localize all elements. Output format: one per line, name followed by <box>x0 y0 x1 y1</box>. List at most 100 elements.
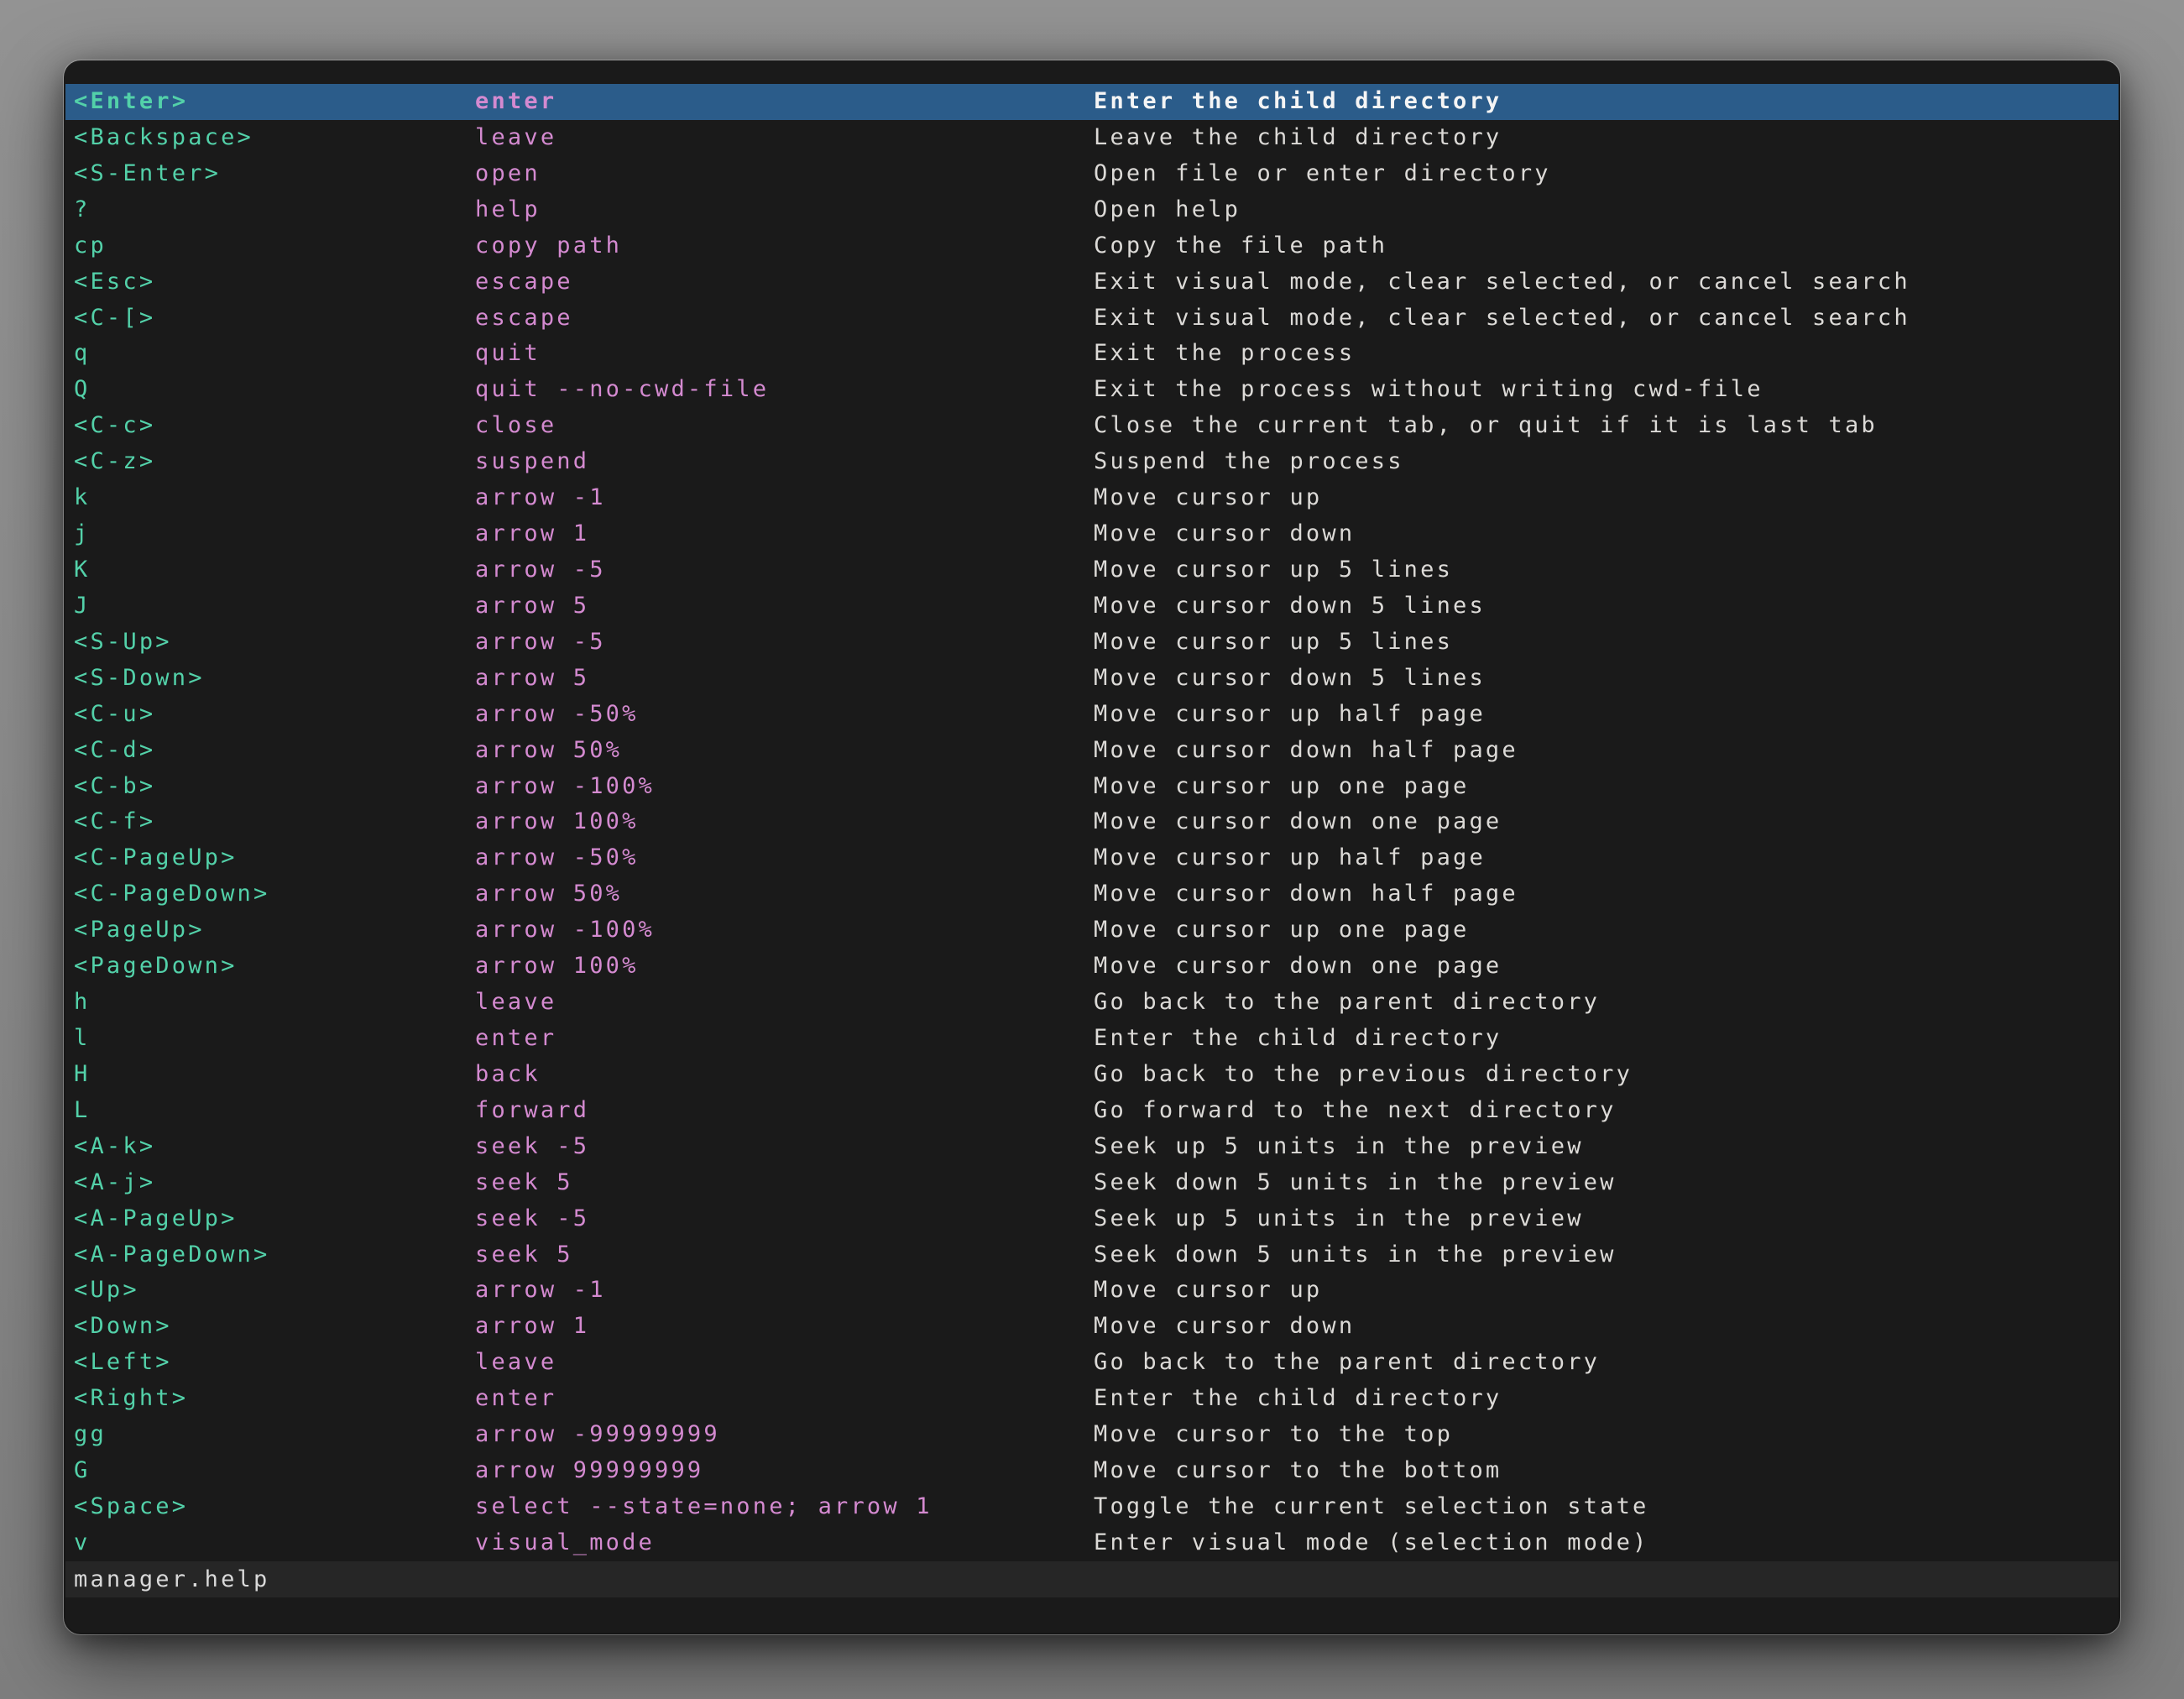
key-cell: j <box>74 516 475 552</box>
keybind-row[interactable]: <S-Down>arrow 5Move cursor down 5 lines <box>65 661 2119 697</box>
keybind-row[interactable]: <S-Enter>openOpen file or enter director… <box>65 156 2119 192</box>
key-cell: Q <box>74 372 475 408</box>
keybind-row[interactable]: <S-Up>arrow -5Move cursor up 5 lines <box>65 625 2119 661</box>
key-cell: <C-d> <box>74 733 475 769</box>
key-cell: <C-b> <box>74 769 475 805</box>
command-cell: arrow 100% <box>475 804 1094 840</box>
key-cell: <Left> <box>74 1345 475 1381</box>
keybind-row[interactable]: <C-PageDown>arrow 50%Move cursor down ha… <box>65 876 2119 912</box>
keybind-row[interactable]: vvisual_modeEnter visual mode (selection… <box>65 1525 2119 1561</box>
command-cell: arrow 1 <box>475 516 1094 552</box>
keybind-row[interactable]: <Right>enterEnter the child directory <box>65 1381 2119 1417</box>
key-cell: cp <box>74 228 475 264</box>
command-cell: copy path <box>475 228 1094 264</box>
status-layer-label: manager.help <box>74 1566 269 1592</box>
keybind-row[interactable]: <Left>leaveGo back to the parent directo… <box>65 1345 2119 1381</box>
description-cell: Enter visual mode (selection mode) <box>1094 1525 2119 1561</box>
key-cell: <A-j> <box>74 1165 475 1201</box>
keybind-row[interactable]: <PageUp>arrow -100%Move cursor up one pa… <box>65 912 2119 949</box>
status-bar: manager.help <box>65 1561 2119 1597</box>
keybind-row-selected[interactable]: <Enter>enterEnter the child directory <box>65 84 2119 120</box>
description-cell: Move cursor up one page <box>1094 769 2119 805</box>
keybind-row[interactable]: lenterEnter the child directory <box>65 1021 2119 1057</box>
description-cell: Open help <box>1094 192 2119 228</box>
keybind-row[interactable]: Garrow 99999999Move cursor to the bottom <box>65 1453 2119 1489</box>
command-cell: arrow -1 <box>475 1273 1094 1309</box>
keybind-row[interactable]: <Down>arrow 1Move cursor down <box>65 1309 2119 1345</box>
description-cell: Exit the process without writing cwd-fil… <box>1094 372 2119 408</box>
keybind-row[interactable]: <Esc>escapeExit visual mode, clear selec… <box>65 264 2119 301</box>
command-cell: arrow -100% <box>475 912 1094 949</box>
key-cell: <S-Down> <box>74 661 475 697</box>
description-cell: Enter the child directory <box>1094 84 2119 120</box>
command-cell: arrow -1 <box>475 480 1094 516</box>
description-cell: Enter the child directory <box>1094 1381 2119 1417</box>
keybind-row[interactable]: <Up>arrow -1Move cursor up <box>65 1273 2119 1309</box>
command-cell: leave <box>475 985 1094 1021</box>
description-cell: Move cursor to the bottom <box>1094 1453 2119 1489</box>
keybind-row[interactable]: <C-z>suspendSuspend the process <box>65 444 2119 480</box>
keybind-row[interactable]: cpcopy pathCopy the file path <box>65 228 2119 264</box>
keybind-row[interactable]: karrow -1Move cursor up <box>65 480 2119 516</box>
keybind-row[interactable]: ?helpOpen help <box>65 192 2119 228</box>
command-cell: open <box>475 156 1094 192</box>
command-cell: enter <box>475 1381 1094 1417</box>
keybind-row[interactable]: qquitExit the process <box>65 336 2119 372</box>
key-cell: v <box>74 1525 475 1561</box>
description-cell: Move cursor down one page <box>1094 804 2119 840</box>
description-cell: Leave the child directory <box>1094 120 2119 156</box>
keybind-row[interactable]: <C-u>arrow -50%Move cursor up half page <box>65 697 2119 733</box>
description-cell: Move cursor up <box>1094 1273 2119 1309</box>
description-cell: Open file or enter directory <box>1094 156 2119 192</box>
keybind-row[interactable]: ggarrow -99999999Move cursor to the top <box>65 1417 2119 1453</box>
command-cell: arrow -99999999 <box>475 1417 1094 1453</box>
key-cell: gg <box>74 1417 475 1453</box>
keybind-row[interactable]: <C-PageUp>arrow -50%Move cursor up half … <box>65 840 2119 876</box>
keybind-row[interactable]: LforwardGo forward to the next directory <box>65 1093 2119 1129</box>
key-cell: <Up> <box>74 1273 475 1309</box>
keybind-row[interactable]: <C-c>closeClose the current tab, or quit… <box>65 408 2119 444</box>
key-cell: G <box>74 1453 475 1489</box>
key-cell: K <box>74 552 475 588</box>
keybind-row[interactable]: <Backspace>leaveLeave the child director… <box>65 120 2119 156</box>
description-cell: Move cursor down <box>1094 1309 2119 1345</box>
command-cell: enter <box>475 1021 1094 1057</box>
keybind-row[interactable]: <A-k>seek -5Seek up 5 units in the previ… <box>65 1129 2119 1165</box>
keybind-row[interactable]: <C-d>arrow 50%Move cursor down half page <box>65 733 2119 769</box>
keybind-row[interactable]: <C-[>escapeExit visual mode, clear selec… <box>65 301 2119 337</box>
description-cell: Go back to the parent directory <box>1094 1345 2119 1381</box>
description-cell: Exit visual mode, clear selected, or can… <box>1094 264 2119 301</box>
keybind-row[interactable]: Jarrow 5Move cursor down 5 lines <box>65 588 2119 625</box>
description-cell: Move cursor down half page <box>1094 733 2119 769</box>
keybind-row[interactable]: hleaveGo back to the parent directory <box>65 985 2119 1021</box>
keybind-row[interactable]: Qquit --no-cwd-fileExit the process with… <box>65 372 2119 408</box>
description-cell: Move cursor up one page <box>1094 912 2119 949</box>
keybind-row[interactable]: <A-PageDown>seek 5Seek down 5 units in t… <box>65 1237 2119 1273</box>
keybind-row[interactable]: <C-b>arrow -100%Move cursor up one page <box>65 769 2119 805</box>
keybind-row[interactable]: <Space>select --state=none; arrow 1Toggl… <box>65 1489 2119 1525</box>
description-cell: Close the current tab, or quit if it is … <box>1094 408 2119 444</box>
key-cell: <Space> <box>74 1489 475 1525</box>
key-cell: <PageDown> <box>74 949 475 985</box>
keybind-row[interactable]: jarrow 1Move cursor down <box>65 516 2119 552</box>
command-cell: arrow 99999999 <box>475 1453 1094 1489</box>
command-cell: help <box>475 192 1094 228</box>
keybind-row[interactable]: <A-PageUp>seek -5Seek up 5 units in the … <box>65 1201 2119 1237</box>
keybind-row[interactable]: <C-f>arrow 100%Move cursor down one page <box>65 804 2119 840</box>
key-cell: <S-Enter> <box>74 156 475 192</box>
key-cell: <C-u> <box>74 697 475 733</box>
description-cell: Copy the file path <box>1094 228 2119 264</box>
key-cell: k <box>74 480 475 516</box>
command-cell: seek -5 <box>475 1129 1094 1165</box>
description-cell: Move cursor up <box>1094 480 2119 516</box>
description-cell: Move cursor down 5 lines <box>1094 661 2119 697</box>
keybind-row[interactable]: Karrow -5Move cursor up 5 lines <box>65 552 2119 588</box>
command-cell: arrow 5 <box>475 588 1094 625</box>
description-cell: Move cursor down half page <box>1094 876 2119 912</box>
command-cell: seek 5 <box>475 1237 1094 1273</box>
key-cell: L <box>74 1093 475 1129</box>
keybind-row[interactable]: <PageDown>arrow 100%Move cursor down one… <box>65 949 2119 985</box>
terminal-window[interactable]: <Enter>enterEnter the child directory<Ba… <box>65 62 2119 1633</box>
keybind-row[interactable]: <A-j>seek 5Seek down 5 units in the prev… <box>65 1165 2119 1201</box>
keybind-row[interactable]: HbackGo back to the previous directory <box>65 1057 2119 1093</box>
